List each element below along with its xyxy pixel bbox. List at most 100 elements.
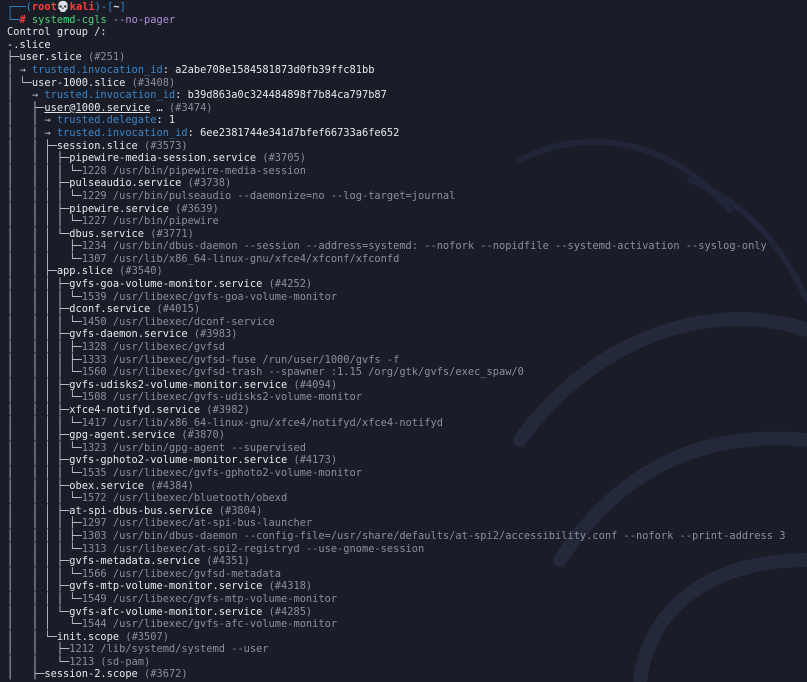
cgroup-id: (#3639) <box>168 202 219 215</box>
tree-connector: │ │ │ │ └─ <box>7 391 82 404</box>
prompt-frame-end: ] <box>119 1 126 13</box>
cgroup-id: (#4318) <box>262 580 313 593</box>
output-line: │ │ │ ├─pulseaudio.service (#3738) <box>0 177 807 190</box>
process-cmdline: 1303 /usr/bin/dbus-daemon --config-file=… <box>81 529 786 542</box>
unit-name: user.slice <box>19 51 82 64</box>
tree-connector: │ │ │ ├─ <box>7 404 70 416</box>
output-line: │ ├─session-2.scope (#3672) <box>0 668 807 681</box>
output-line: │ │ ├─app.slice (#3540) <box>0 265 807 278</box>
tree-connector: │ │ │ ├─ <box>7 152 70 165</box>
tree-connector: │ │ │ ├─ <box>7 454 70 467</box>
output-line: │ │ ├─session.slice (#3573) <box>0 140 807 153</box>
unit-name: gvfs-goa-volume-monitor.service <box>69 278 263 291</box>
tree-connector: │ │ │ │ └─ <box>7 164 82 177</box>
output-line: │ │ │ │ └─1539 /usr/libexec/gvfs-goa-vol… <box>0 291 807 304</box>
unit-name: dconf.service <box>69 303 151 316</box>
process-cmdline: 1307 /usr/lib/x86_64-linux-gnu/xfce4/xfc… <box>81 252 400 265</box>
unit-name: user-1000.slice <box>31 76 126 89</box>
process-cmdline: 1229 /usr/bin/pulseaudio --daemonize=no … <box>81 189 456 202</box>
unit-name: user@1000.service <box>44 101 151 114</box>
process-cmdline: 1566 /usr/libexec/gvfsd-metadata <box>81 567 282 580</box>
tree-connector: │ │ │ │ └─ <box>7 567 82 580</box>
tree-connector: │ │ │ └─ <box>7 227 70 240</box>
output-line: │ │ │ ├─gvfs-metadata.service (#4351) <box>0 555 807 568</box>
xattr-value: : b39d863a0c324484898f7b84ca797b87 <box>175 89 387 102</box>
output-line: │ │ │ │ └─1228 /usr/bin/pipewire-media-s… <box>0 165 807 178</box>
tree-connector: │ │ → <box>7 126 57 139</box>
tree-connector: │ → <box>7 89 45 102</box>
output-line: │ │ │ ├─obex.service (#4384) <box>0 480 807 493</box>
tree-connector: │ │ │ └─ <box>7 618 82 631</box>
process-cmdline: 1313 /usr/libexec/at-spi2-registryd --us… <box>81 542 425 555</box>
output-line: │ │ │ ├─gvfs-gphoto2-volume-monitor.serv… <box>0 454 807 467</box>
tree-connector: │ │ │ └─ <box>7 252 82 265</box>
tree-connector: │ │ │ │ ├─ <box>7 529 82 542</box>
output-line: │ │ │ │ └─1323 /usr/bin/gpg-agent --supe… <box>0 442 807 455</box>
tree-connector: │ │ ├─ <box>7 139 57 152</box>
tree-connector: │ │ │ │ └─ <box>7 492 82 505</box>
tree-connector: │ │ ├─ <box>7 265 57 278</box>
xattr-value: : a2abe708e1584581873d0fb39ffc81bb <box>162 63 375 76</box>
output-line: │ │ │ │ └─1535 /usr/libexec/gvfs-gphoto2… <box>0 467 807 480</box>
unit-name: gpg-agent.service <box>69 429 176 442</box>
process-cmdline: 1549 /usr/libexec/gvfs-mtp-volume-monito… <box>81 592 338 605</box>
cgroup-id: (#3672) <box>137 668 188 681</box>
cgroup-id: (#3540) <box>112 265 163 278</box>
tree-connector: │ │ └─ <box>7 630 57 643</box>
prompt-line-command[interactable]: └─# systemd-cgls --no-pager <box>0 14 807 27</box>
output-line: │ → trusted.invocation_id: a2abe708e1584… <box>0 64 807 77</box>
tree-connector: │ │ │ │ ├─ <box>7 341 82 354</box>
tree-connector: │ │ │ ├─ <box>7 303 70 316</box>
output-line: -.slice <box>0 39 807 52</box>
output-line: │ │ │ ├─gvfs-udisks2-volume-monitor.serv… <box>0 379 807 392</box>
process-cmdline: 1539 /usr/libexec/gvfs-goa-volume-monito… <box>81 290 338 303</box>
tree-connector: │ └─ <box>7 76 32 89</box>
typed-command: systemd-cgls <box>31 13 107 26</box>
tree-connector: │ │ │ │ └─ <box>7 315 82 328</box>
output-tree: -.slice ├─user.slice (#251) │ → trusted.in… <box>0 39 807 681</box>
output-line: │ │ │ │ └─1313 /usr/libexec/at-spi2-regi… <box>0 543 807 556</box>
tree-connector: │ │ │ ├─ <box>7 278 70 291</box>
xattr-key: trusted.invocation_id <box>44 89 176 102</box>
cgroup-id: (#4351) <box>200 555 250 568</box>
process-cmdline: 1535 /usr/libexec/gvfs-gphoto2-volume-mo… <box>81 466 362 479</box>
tree-connector: │ │ ├─ <box>7 643 70 656</box>
output-line: │ └─user-1000.slice (#3408) <box>0 77 807 90</box>
unit-name: session.slice <box>56 139 138 152</box>
output-line: │ │ │ │ └─1450 /usr/libexec/dconf-servic… <box>0 316 807 329</box>
unit-name: -.slice <box>7 38 51 51</box>
output-line: │ │ │ ├─xfce4-notifyd.service (#3982) <box>0 404 807 417</box>
output-line: │ → trusted.invocation_id: b39d863a0c324… <box>0 89 807 102</box>
tree-connector: │ │ │ │ └─ <box>7 441 82 454</box>
prompt-hash: # <box>19 13 26 26</box>
tree-connector: │ │ │ ├─ <box>7 177 70 190</box>
tree-connector: │ │ │ ├─ <box>7 580 70 593</box>
cgroup-id: (#3804) <box>212 504 263 517</box>
output-line: │ │ → trusted.delegate: 1 <box>0 114 807 127</box>
prompt-frame-top: ┌──( <box>7 1 32 13</box>
process-cmdline: 1297 /usr/libexec/at-spi-bus-launcher <box>81 517 313 530</box>
process-cmdline: 1213 (sd-pam) <box>69 655 151 668</box>
terminal-window[interactable]: ┌──(root💀kali)-[~] └─# systemd-cgls --no… <box>0 0 807 682</box>
cgroup-id: (#3982) <box>200 404 250 416</box>
tree-connector: │ │ │ │ └─ <box>7 542 82 555</box>
output-line: │ │ │ │ └─1417 /usr/lib/x86_64-linux-gnu… <box>0 417 807 430</box>
xattr-value: : 1 <box>156 114 176 127</box>
output-line: │ │ │ ├─gvfs-daemon.service (#3983) <box>0 328 807 341</box>
output-line: │ │ │ │ ├─1297 /usr/libexec/at-spi-bus-l… <box>0 517 807 530</box>
unit-name: gvfs-udisks2-volume-monitor.service <box>69 378 288 391</box>
process-cmdline: 1508 /usr/libexec/gvfs-udisks2-volume-mo… <box>81 391 362 404</box>
unit-name: gvfs-gphoto2-volume-monitor.service <box>69 454 288 467</box>
prompt-line-top: ┌──(root💀kali)-[~] <box>0 1 807 14</box>
cgroup-id: (#4384) <box>144 479 194 492</box>
unit-name: pipewire.service <box>69 202 169 215</box>
unit-name: gvfs-daemon.service <box>69 328 188 341</box>
tree-connector: │ ├─ <box>7 668 45 681</box>
unit-name: dbus.service <box>69 227 145 240</box>
output-line: │ │ │ │ ├─1328 /usr/libexec/gvfsd <box>0 341 807 354</box>
cgroup-id: (#4252) <box>262 278 313 291</box>
tree-connector: │ │ │ │ └─ <box>7 592 82 605</box>
process-cmdline: 1544 /usr/libexec/gvfs-afc-volume-monito… <box>81 618 338 631</box>
unit-name: init.scope <box>56 630 120 643</box>
process-cmdline: 1234 /usr/bin/dbus-daemon --session --ad… <box>81 240 767 253</box>
